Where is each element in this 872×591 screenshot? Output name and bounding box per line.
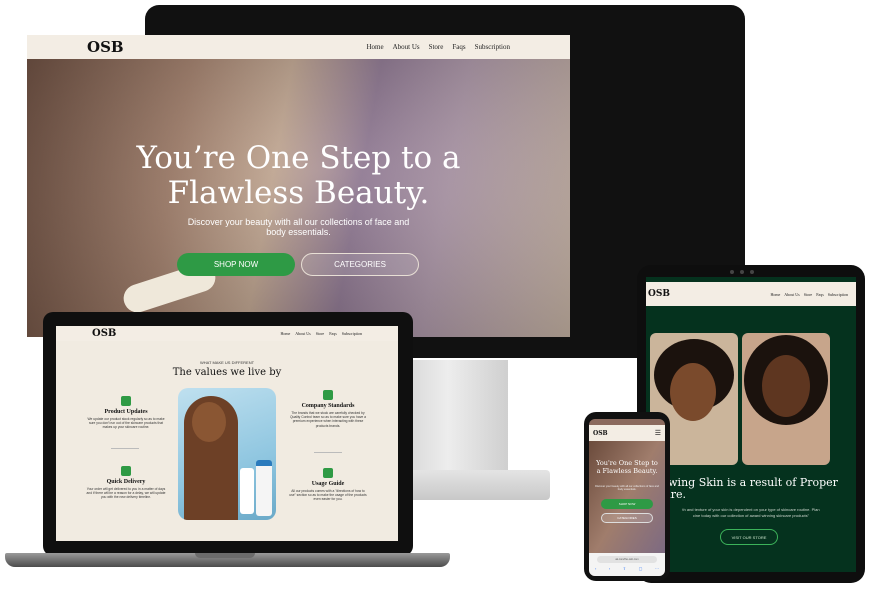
phone-hero-subtitle: Discover your beauty with all our collec… [595, 485, 659, 492]
delivery-box-icon [121, 466, 131, 476]
tablet-heading: lowing Skin is a result of Proper care. [658, 476, 838, 501]
nav-store[interactable]: Store [316, 331, 324, 336]
shop-now-button[interactable]: SHOP NOW [177, 253, 295, 276]
nav-faqs[interactable]: Faqs [816, 292, 824, 297]
phone-hero-title: You're One Step to a Flawless Beauty. [596, 459, 658, 475]
model-with-cream-image [742, 333, 830, 465]
tablet-nav-bar: OSB Home About Us Store Faqs Subscriptio… [646, 282, 856, 306]
nav-store[interactable]: Store [429, 43, 444, 51]
back-icon[interactable]: ‹ [595, 566, 596, 571]
hero-subtitle: Discover your beauty with all our collec… [187, 217, 410, 237]
nav-subscription[interactable]: Subscription [475, 43, 510, 51]
phone-browser-bar: ak.com/the-osb.com ‹ › ⇪ ▢ ⋯ [589, 553, 665, 576]
tabs-icon[interactable]: ⋯ [655, 566, 659, 571]
nav-faqs[interactable]: Faqs [452, 43, 465, 51]
device-mockup-stage: OSB Home About Us Store Faqs Subscriptio… [0, 0, 872, 591]
laptop-nav-bar: OSB Home About Us Store Faqs Subscriptio… [56, 326, 398, 341]
hero-title: You’re One Step to a Flawless Beauty. [136, 140, 461, 211]
desktop-hero: You’re One Step to a Flawless Beauty. Di… [27, 59, 570, 337]
nav-faqs[interactable]: Faqs [329, 331, 337, 336]
categories-button[interactable]: CATEGORIES [301, 253, 419, 276]
tablet-screen: OSB Home About Us Store Faqs Subscriptio… [646, 277, 856, 572]
tablet-nav-links: Home About Us Store Faqs Subscription [771, 292, 848, 297]
hamburger-menu-icon[interactable]: ☰ [655, 429, 661, 437]
divider [111, 448, 139, 449]
tablet-body-text: th and texture of your skin is dependent… [682, 507, 820, 518]
feature-product-updates: Product Updates We update our product st… [86, 396, 166, 430]
phone-url-bar[interactable]: ak.com/the-osb.com [597, 556, 657, 563]
visit-store-button[interactable]: VISIT OUR STORE [720, 529, 778, 545]
phone-screen: OSB ☰ You're One Step to a Flawless Beau… [589, 419, 665, 576]
nav-about-us[interactable]: About Us [784, 292, 799, 297]
feature-quick-delivery: Quick Delivery Your order will get deliv… [86, 466, 166, 500]
nav-home[interactable]: Home [366, 43, 383, 51]
desktop-nav-bar: OSB Home About Us Store Faqs Subscriptio… [27, 35, 570, 59]
phone-shop-now-button[interactable]: SHOP NOW [601, 499, 653, 509]
nav-subscription[interactable]: Subscription [342, 331, 362, 336]
badge-check-icon [323, 390, 333, 400]
values-title: The values we live by [172, 367, 282, 378]
model-with-products-image [178, 388, 276, 520]
bookmarks-icon[interactable]: ▢ [639, 566, 643, 571]
laptop-logo[interactable]: OSB [92, 328, 116, 339]
feature-company-standards: Company Standards The brands that we sto… [288, 390, 368, 428]
guide-badge-icon [323, 468, 333, 478]
nav-about-us[interactable]: About Us [295, 331, 310, 336]
desktop-nav-links: Home About Us Store Faqs Subscription [366, 43, 510, 51]
share-icon[interactable]: ⇪ [623, 566, 626, 571]
tablet-camera [730, 270, 734, 274]
laptop-screen: OSB Home About Us Store Faqs Subscriptio… [56, 326, 398, 541]
phone-logo[interactable]: OSB [593, 430, 608, 437]
feature-usage-guide: Usage Guide All our products comes with … [288, 468, 368, 502]
laptop-nav-links: Home About Us Store Faqs Subscription [281, 331, 362, 336]
desktop-screen: OSB Home About Us Store Faqs Subscriptio… [27, 35, 570, 337]
phone-nav-bar: OSB ☰ [589, 425, 665, 441]
leaf-icon [121, 396, 131, 406]
values-kicker: WHAT MAKE US DIFFERENT [199, 360, 255, 365]
nav-home[interactable]: Home [281, 331, 291, 336]
nav-about-us[interactable]: About Us [393, 43, 420, 51]
nav-subscription[interactable]: Subscription [828, 292, 848, 297]
laptop-notch [195, 553, 255, 558]
phone-categories-button[interactable]: CATEGORIES [601, 513, 653, 523]
divider [314, 452, 342, 453]
nav-store[interactable]: Store [804, 292, 812, 297]
phone-browser-toolbar: ‹ › ⇪ ▢ ⋯ [595, 566, 659, 571]
nav-home[interactable]: Home [771, 292, 781, 297]
phone-hero [589, 441, 665, 553]
tablet-logo[interactable]: OSB [648, 289, 670, 299]
desktop-logo[interactable]: OSB [87, 38, 124, 56]
forward-icon[interactable]: › [609, 566, 610, 571]
